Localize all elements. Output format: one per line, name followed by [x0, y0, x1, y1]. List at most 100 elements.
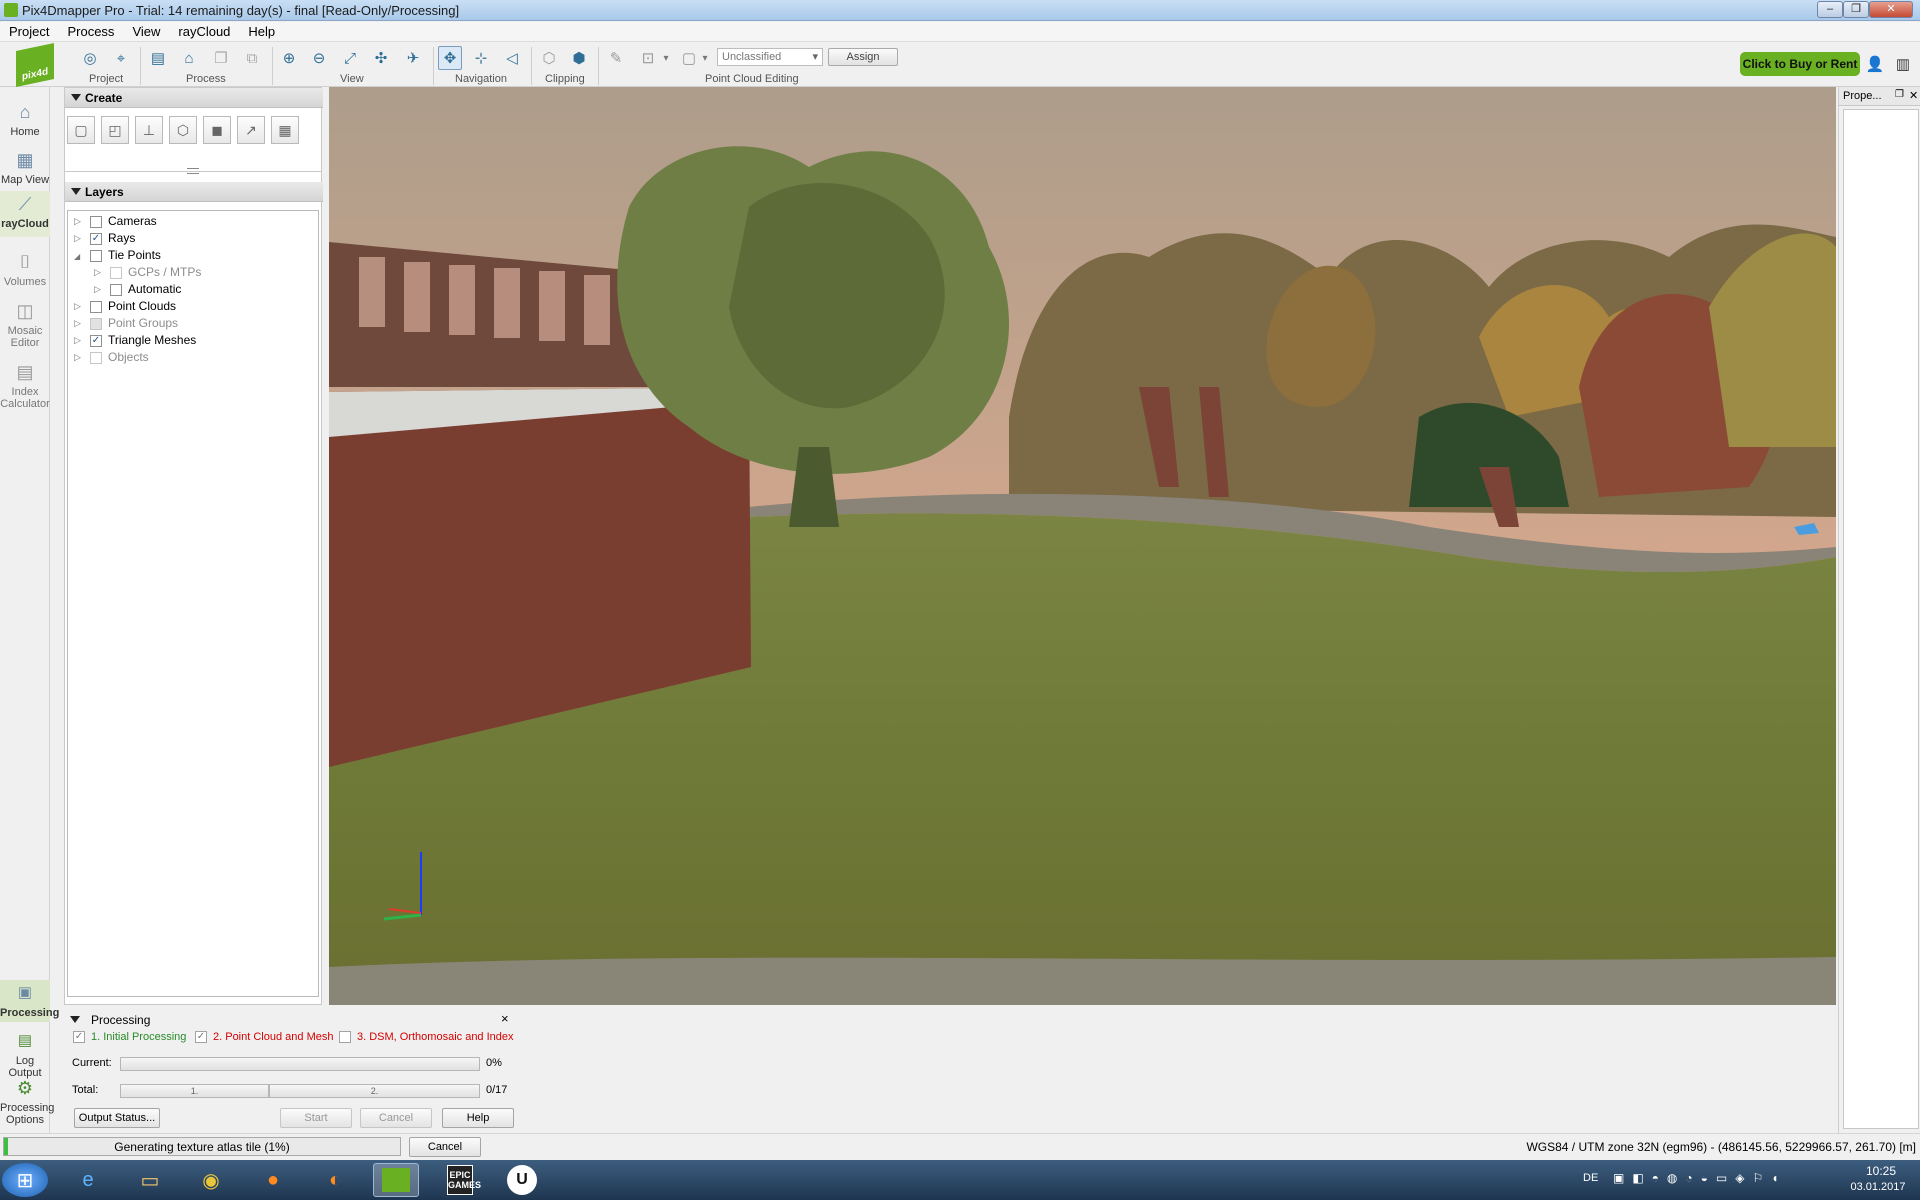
- first-person-navigation-icon[interactable]: ◁: [500, 46, 524, 70]
- expand-arrow-icon[interactable]: ▷: [94, 264, 101, 281]
- layer-automatic[interactable]: ▷ Automatic: [68, 281, 318, 298]
- point-class-select[interactable]: Unclassified: [717, 48, 823, 66]
- epic-games-icon[interactable]: EPIC GAMES: [437, 1163, 483, 1197]
- nav-home[interactable]: ⌂ Home: [0, 101, 50, 138]
- expand-arrow-icon[interactable]: ▷: [74, 315, 81, 332]
- checkbox[interactable]: [90, 216, 102, 228]
- dropdown-arrow-icon[interactable]: ▾: [699, 46, 711, 70]
- fit-view-icon[interactable]: ✣: [369, 46, 393, 70]
- checkbox[interactable]: [90, 318, 102, 330]
- start-button[interactable]: Start: [280, 1108, 352, 1128]
- menu-view[interactable]: View: [123, 22, 169, 39]
- expand-arrow-icon[interactable]: ▷: [74, 332, 81, 349]
- dropdown-arrow-icon[interactable]: ▾: [660, 46, 672, 70]
- menu-raycloud[interactable]: rayCloud: [169, 22, 239, 39]
- raycloud-3d-view[interactable]: [329, 87, 1836, 1005]
- project-properties-icon[interactable]: ◎: [78, 46, 102, 70]
- checkbox[interactable]: [110, 284, 122, 296]
- chrome-icon[interactable]: ◉: [188, 1163, 234, 1197]
- assign-button[interactable]: Assign: [828, 48, 898, 66]
- checkbox-checked[interactable]: ✓: [90, 233, 102, 245]
- layer-tie-points[interactable]: ◢ Tie Points: [68, 247, 318, 264]
- create-surface-icon[interactable]: ◰: [101, 116, 129, 144]
- close-panel-icon[interactable]: ✕: [1909, 89, 1918, 102]
- step3-checkbox[interactable]: [339, 1031, 351, 1043]
- create-section-header[interactable]: Create: [65, 88, 323, 108]
- clipping-edit-icon[interactable]: ⬢: [567, 46, 591, 70]
- start-button[interactable]: ⊞: [2, 1163, 48, 1197]
- copy-icon[interactable]: ❐: [209, 46, 233, 70]
- create-measurement-icon[interactable]: ↗: [237, 116, 265, 144]
- layer-cameras[interactable]: ▷ Cameras: [68, 213, 318, 230]
- minimize-button[interactable]: –: [1817, 1, 1843, 18]
- nav-processing[interactable]: ▣ Processing: [0, 980, 59, 1022]
- expand-arrow-icon[interactable]: ▷: [74, 349, 81, 366]
- expand-arrow-icon[interactable]: ▷: [74, 213, 81, 230]
- layer-triangle-meshes[interactable]: ▷ ✓ Triangle Meshes: [68, 332, 318, 349]
- menu-process[interactable]: Process: [58, 22, 123, 39]
- merge-icon[interactable]: ⧉: [240, 46, 264, 70]
- color-swatch-icon[interactable]: ▢: [677, 46, 701, 70]
- nav-log-output[interactable]: ▤ Log Output: [0, 1030, 50, 1079]
- checkbox[interactable]: [110, 267, 122, 279]
- clipping-box-icon[interactable]: ⬡: [537, 46, 561, 70]
- clock-time[interactable]: 10:25: [1848, 1164, 1914, 1178]
- panel-toggle-icon[interactable]: ▥: [1891, 52, 1915, 76]
- checkbox[interactable]: [90, 301, 102, 313]
- account-icon[interactable]: 👤: [1863, 52, 1887, 76]
- nav-processing-options[interactable]: ⚙ Processing Options: [0, 1077, 54, 1126]
- expand-arrow-icon[interactable]: ▷: [74, 230, 81, 247]
- cancel-task-button[interactable]: Cancel: [409, 1137, 481, 1157]
- nav-map-view[interactable]: ▦ Map View: [0, 149, 50, 186]
- edit-brush-icon[interactable]: ✎: [604, 46, 628, 70]
- expand-arrow-icon[interactable]: ▷: [74, 298, 81, 315]
- crosshair-icon[interactable]: ⌖: [109, 46, 133, 70]
- pix4d-taskbar-icon[interactable]: [373, 1163, 419, 1197]
- maximize-button[interactable]: ❐: [1843, 1, 1869, 18]
- nav-volumes[interactable]: ⌷ Volumes: [0, 251, 50, 288]
- zoom-in-icon[interactable]: ⊕: [277, 46, 301, 70]
- cancel-processing-button[interactable]: Cancel: [360, 1108, 432, 1128]
- checkbox-checked[interactable]: ✓: [90, 335, 102, 347]
- output-status-button[interactable]: Output Status...: [74, 1108, 160, 1128]
- tray-icons[interactable]: ▣◧◓◍◔◒▭◈⚐◖: [1613, 1171, 1786, 1185]
- layer-point-groups[interactable]: ▷ Point Groups: [68, 315, 318, 332]
- close-button[interactable]: ✕: [1869, 1, 1913, 18]
- file-explorer-icon[interactable]: ▭: [127, 1163, 173, 1197]
- menu-project[interactable]: Project: [0, 22, 58, 39]
- new-file-icon[interactable]: ▤: [146, 46, 170, 70]
- fly-icon[interactable]: ✈: [401, 46, 425, 70]
- collapse-arrow-icon[interactable]: ◢: [74, 248, 80, 265]
- expand-arrow-icon[interactable]: ▷: [94, 281, 101, 298]
- layer-rays[interactable]: ▷ ✓ Rays: [68, 230, 318, 247]
- standard-navigation-icon[interactable]: ✥: [438, 46, 462, 70]
- processing-close-button[interactable]: ×: [501, 1011, 509, 1026]
- internet-explorer-icon[interactable]: e: [65, 1163, 111, 1197]
- nav-index-calculator[interactable]: ▤ Index Calculator: [0, 361, 50, 410]
- zoom-extent-icon[interactable]: ⤢: [338, 46, 362, 70]
- layer-objects[interactable]: ▷ Objects: [68, 349, 318, 366]
- blender-icon[interactable]: ◐: [312, 1163, 358, 1197]
- float-panel-icon[interactable]: ❐: [1895, 89, 1904, 100]
- step1-checkbox[interactable]: ✓: [73, 1031, 85, 1043]
- create-box-icon[interactable]: ▢: [67, 116, 95, 144]
- open-project-icon[interactable]: ⌂: [177, 46, 201, 70]
- checkbox[interactable]: [90, 250, 102, 262]
- create-grid-icon[interactable]: ▦: [271, 116, 299, 144]
- layers-section-header[interactable]: Layers: [65, 182, 323, 202]
- buy-or-rent-button[interactable]: Click to Buy or Rent: [1740, 52, 1860, 76]
- nav-raycloud[interactable]: ⟋ rayCloud: [0, 191, 50, 237]
- checkbox[interactable]: [90, 352, 102, 364]
- create-polyline-icon[interactable]: ⊥: [135, 116, 163, 144]
- create-video-animation-icon[interactable]: ◼: [203, 116, 231, 144]
- step2-checkbox[interactable]: ✓: [195, 1031, 207, 1043]
- collapse-arrow-icon[interactable]: [70, 1016, 80, 1023]
- splitter-handle[interactable]: [187, 168, 199, 174]
- clock-date[interactable]: 03.01.2017: [1842, 1181, 1914, 1193]
- firefox-icon[interactable]: ●: [250, 1163, 296, 1197]
- nav-mosaic-editor[interactable]: ◫ Mosaic Editor: [0, 300, 50, 349]
- language-indicator[interactable]: DE: [1583, 1172, 1598, 1184]
- trackball-navigation-icon[interactable]: ⊹: [469, 46, 493, 70]
- menu-help[interactable]: Help: [239, 22, 284, 39]
- layer-gcps-mtps[interactable]: ▷ GCPs / MTPs: [68, 264, 318, 281]
